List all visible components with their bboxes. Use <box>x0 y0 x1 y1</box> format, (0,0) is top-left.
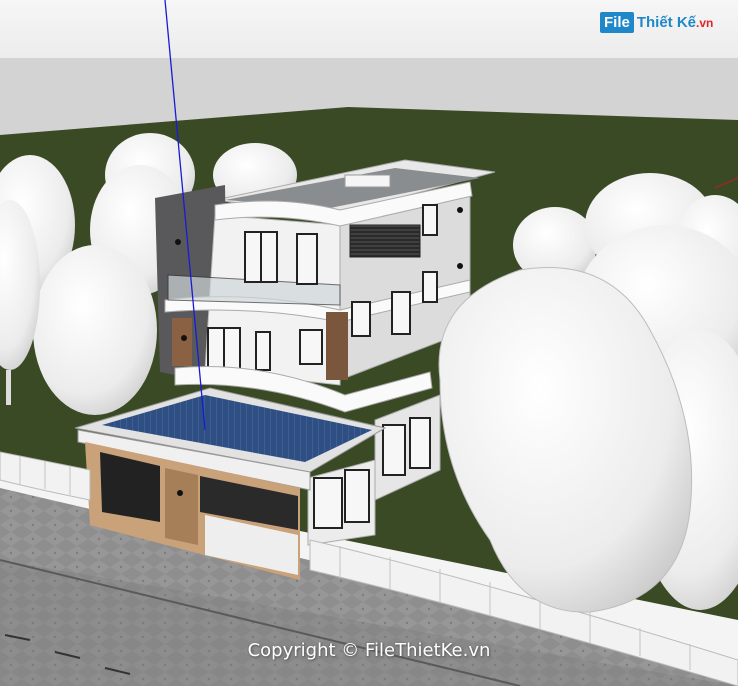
logo-name: Thiết Kế <box>636 14 697 31</box>
copyright-watermark: Copyright © FileThietKe.vn <box>247 640 491 661</box>
logo-main-text: Thiết Kế.vn <box>637 14 714 31</box>
logo-box-text: File <box>600 12 634 33</box>
house-model-scene <box>0 0 738 686</box>
logo-domain: .vn <box>696 16 714 30</box>
brand-logo[interactable]: File Thiết Kế.vn <box>600 12 713 33</box>
sketchup-viewport[interactable]: File Thiết Kế.vn Copyright © FileThietKe… <box>0 0 738 686</box>
